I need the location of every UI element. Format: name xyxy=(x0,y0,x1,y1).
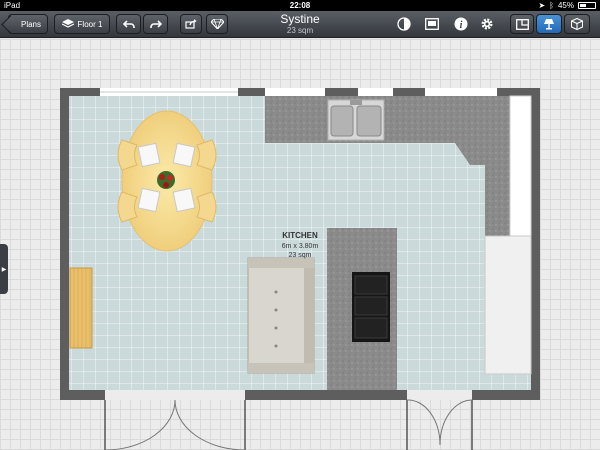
top-toolbar: Plans Floor 1 Systine 23 sqm i xyxy=(0,11,600,38)
door-swing-arc-right xyxy=(174,399,246,450)
door-swing-arc-left xyxy=(104,399,176,450)
status-right: ➤ ᛒ 45% xyxy=(538,0,596,11)
info-icon: i xyxy=(454,17,468,31)
undo-button[interactable] xyxy=(116,14,141,34)
room-area-label: 23 sqm xyxy=(289,252,312,259)
placemat xyxy=(172,142,196,168)
status-bar: iPad 22:08 ➤ ᛒ 45% xyxy=(0,0,600,11)
redo-button[interactable] xyxy=(143,14,168,34)
tall-cabinet[interactable] xyxy=(509,95,532,239)
plan-canvas[interactable]: ▶ KITCHEN 6m x 3.80m 23 sqm xyxy=(0,39,600,450)
door-opening-left xyxy=(105,390,245,400)
floor-selector-button[interactable]: Floor 1 xyxy=(54,14,110,34)
settings-button[interactable] xyxy=(479,16,495,32)
sofa-back xyxy=(304,268,314,363)
cooktop-burner-row-2 xyxy=(354,296,388,316)
layers-icon xyxy=(61,19,74,28)
image-view-button[interactable] xyxy=(424,16,440,32)
gear-icon xyxy=(481,18,493,30)
svg-text:i: i xyxy=(460,20,463,31)
window-top-right xyxy=(425,88,497,96)
flower xyxy=(159,174,165,180)
location-icon: ➤ xyxy=(538,1,546,10)
plans-button-label: Plans xyxy=(20,19,41,29)
refrigerator[interactable] xyxy=(484,235,532,375)
contrast-toggle[interactable] xyxy=(396,16,412,32)
window-top-sink xyxy=(358,88,393,96)
plans-back-button[interactable]: Plans xyxy=(8,14,48,34)
window-pane xyxy=(100,91,238,93)
picture-icon xyxy=(425,18,439,30)
chair-left-top[interactable] xyxy=(117,139,138,171)
flower xyxy=(167,175,173,181)
door-opening-right xyxy=(407,390,472,400)
sofa-arm-top xyxy=(248,258,314,268)
clock: 22:08 xyxy=(289,1,311,10)
placemat xyxy=(172,187,196,213)
faucet xyxy=(350,100,362,105)
floor-label: Floor 1 xyxy=(77,19,103,29)
chair-right-bottom[interactable] xyxy=(196,191,217,223)
room-name-label[interactable]: KITCHEN xyxy=(282,231,318,240)
plan-area: 23 sqm xyxy=(286,26,314,35)
sink-bowl-left xyxy=(330,105,354,137)
battery-icon xyxy=(578,2,596,9)
chair-left-bottom[interactable] xyxy=(117,191,138,223)
lamp-view-button[interactable] xyxy=(536,14,562,34)
room-dimensions-label: 6m x 3.80m xyxy=(282,243,319,250)
wooden-bench[interactable] xyxy=(69,267,93,349)
3d-view-button[interactable] xyxy=(564,14,590,34)
sofa-arm-bottom xyxy=(248,363,314,373)
redo-icon xyxy=(149,19,162,28)
2d-view-button[interactable] xyxy=(510,14,534,34)
floorplan-icon xyxy=(515,18,529,30)
sink-bowl-right xyxy=(356,105,382,137)
placemat xyxy=(137,187,161,213)
flower xyxy=(163,182,169,188)
cooktop-burner-row-1 xyxy=(354,275,388,295)
door-swing-arc xyxy=(406,399,441,446)
info-button[interactable]: i xyxy=(453,16,469,32)
plan-title-block: Systine 23 sqm xyxy=(200,12,400,35)
floor-plan[interactable]: KITCHEN 6m x 3.80m 23 sqm xyxy=(0,39,600,450)
countertop-right[interactable] xyxy=(485,160,510,238)
cube-icon xyxy=(571,18,583,30)
cooktop-burner-row-3 xyxy=(354,317,388,339)
plan-title: Systine xyxy=(280,12,320,26)
share-button[interactable] xyxy=(180,14,202,34)
placemat xyxy=(137,142,161,168)
bluetooth-icon: ᛒ xyxy=(549,1,554,10)
battery-percent: 45% xyxy=(557,1,574,10)
window-top-middle xyxy=(265,88,325,96)
undo-icon xyxy=(122,19,135,28)
share-icon xyxy=(185,19,197,29)
chair-right-top[interactable] xyxy=(196,139,217,171)
contrast-icon xyxy=(397,17,411,31)
door-swing-arc-2 xyxy=(439,399,473,446)
lamp-icon xyxy=(544,19,554,30)
